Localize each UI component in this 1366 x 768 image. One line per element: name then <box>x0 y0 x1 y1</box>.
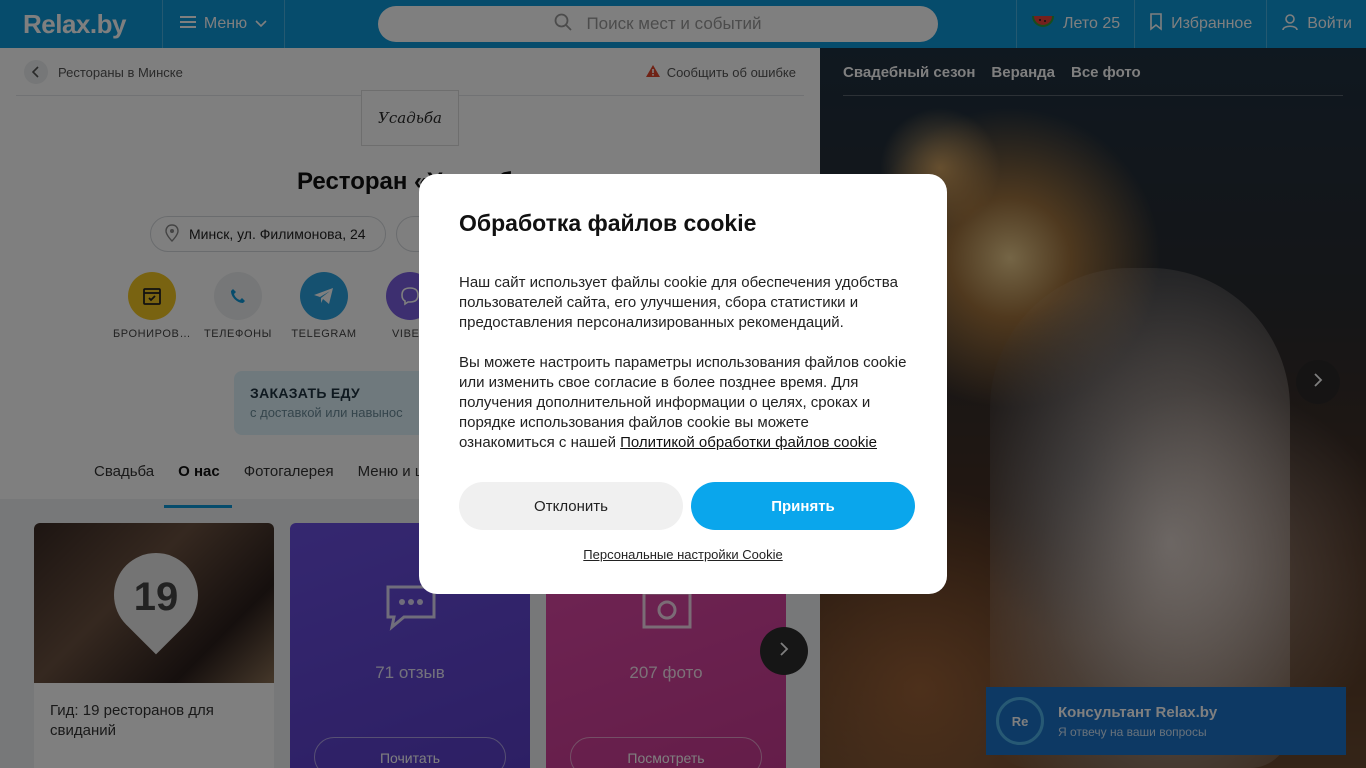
accept-button[interactable]: Принять <box>691 482 915 530</box>
cookie-settings-link[interactable]: Персональные настройки Cookie <box>419 547 947 562</box>
cookie-text-2: Вы можете настроить параметры использова… <box>459 353 907 453</box>
cookie-text-1: Наш сайт использует файлы cookie для обе… <box>459 274 898 331</box>
cookie-policy-link[interactable]: Политикой обработки файлов cookie <box>620 434 877 451</box>
decline-button[interactable]: Отклонить <box>459 482 683 530</box>
cookie-buttons: Отклонить Принять <box>459 482 915 530</box>
cookie-dialog: Обработка файлов cookie Наш сайт использ… <box>419 174 947 594</box>
cookie-dialog-title: Обработка файлов cookie <box>459 210 757 236</box>
